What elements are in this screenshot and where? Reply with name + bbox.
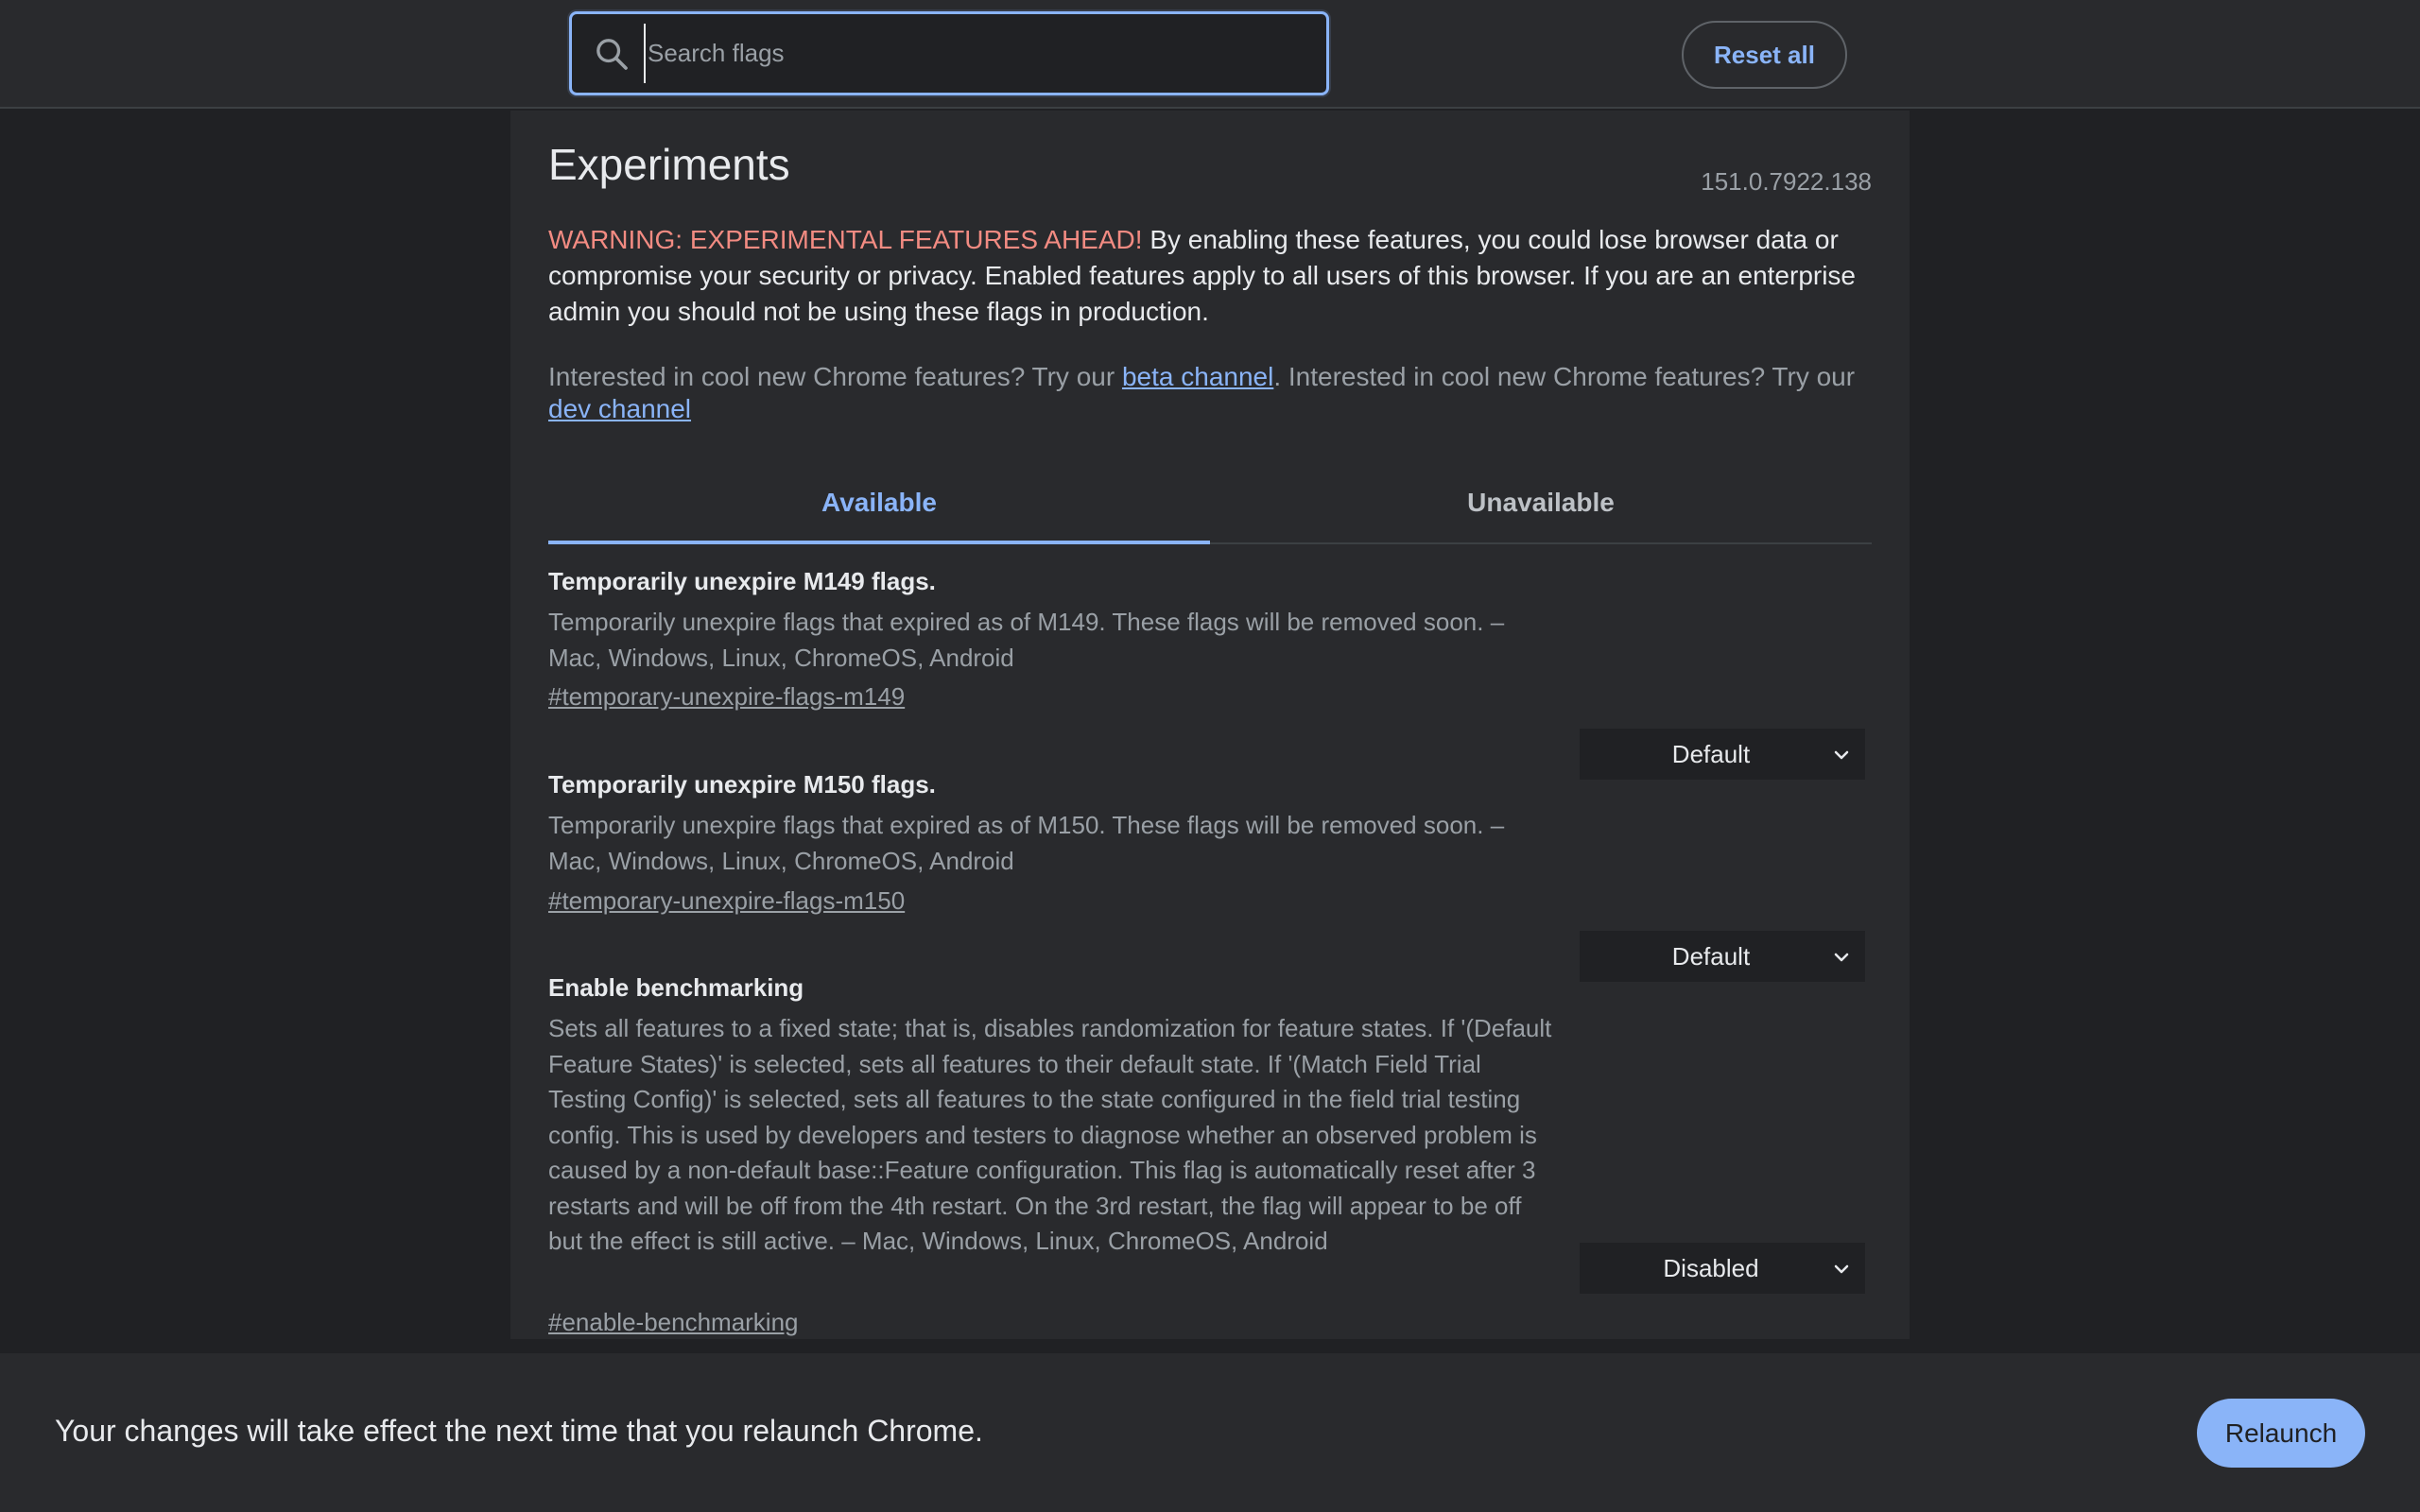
- flag-title: Enable benchmarking: [548, 973, 804, 1002]
- relaunch-footer: Your changes will take effect the next t…: [0, 1353, 2420, 1512]
- chevron-down-icon: [1834, 1264, 1849, 1274]
- search-input[interactable]: [644, 24, 1305, 83]
- flag-description: Sets all features to a fixed state; that…: [548, 1014, 1552, 1255]
- search-box[interactable]: [569, 11, 1329, 95]
- promo-text-2: . Interested in cool new Chrome features…: [1273, 362, 1856, 391]
- flag-state-value: Disabled: [1663, 1254, 1759, 1282]
- flag-description: Temporarily unexpire flags that expired …: [548, 811, 1505, 875]
- flag-title: Temporarily unexpire M149 flags.: [548, 567, 936, 595]
- chevron-down-icon: [1834, 953, 1849, 962]
- header-bar: Reset all: [0, 0, 2420, 109]
- warning-message: WARNING: EXPERIMENTAL FEATURES AHEAD! By…: [548, 222, 1872, 330]
- flag-description: Temporarily unexpire flags that expired …: [548, 608, 1505, 672]
- tab-bar: Available Unavailable: [548, 465, 1872, 544]
- beta-channel-link[interactable]: beta channel: [1122, 362, 1273, 391]
- flag-title: Temporarily unexpire M150 flags.: [548, 770, 936, 799]
- page-title: Experiments: [548, 140, 790, 189]
- reset-all-button[interactable]: Reset all: [1682, 21, 1847, 89]
- chevron-down-icon: [1834, 750, 1849, 760]
- relaunch-button[interactable]: Relaunch: [2197, 1399, 2365, 1468]
- main-content: Experiments 151.0.7922.138 WARNING: EXPE…: [510, 111, 1910, 1339]
- flag-state-select[interactable]: Disabled: [1580, 1243, 1865, 1294]
- dev-channel-link[interactable]: dev channel: [548, 394, 691, 423]
- promo-text-1: Interested in cool new Chrome features? …: [548, 362, 1122, 391]
- flag-link[interactable]: #temporary-unexpire-flags-m149: [548, 682, 905, 712]
- version-label: 151.0.7922.138: [1701, 167, 1872, 196]
- relaunch-message: Your changes will take effect the next t…: [55, 1414, 983, 1448]
- flag-link[interactable]: #temporary-unexpire-flags-m150: [548, 886, 905, 916]
- warning-prefix: WARNING: EXPERIMENTAL FEATURES AHEAD!: [548, 225, 1143, 254]
- search-icon: [596, 39, 628, 70]
- flag-link[interactable]: #enable-benchmarking: [548, 1308, 799, 1337]
- tab-unavailable[interactable]: Unavailable: [1210, 465, 1872, 544]
- flag-item: Temporarily unexpire M150 flags. Tempora…: [548, 770, 1872, 982]
- channel-promo: Interested in cool new Chrome features? …: [548, 361, 1872, 425]
- tab-available[interactable]: Available: [548, 465, 1210, 544]
- flag-item: Temporarily unexpire M149 flags. Tempora…: [548, 567, 1872, 780]
